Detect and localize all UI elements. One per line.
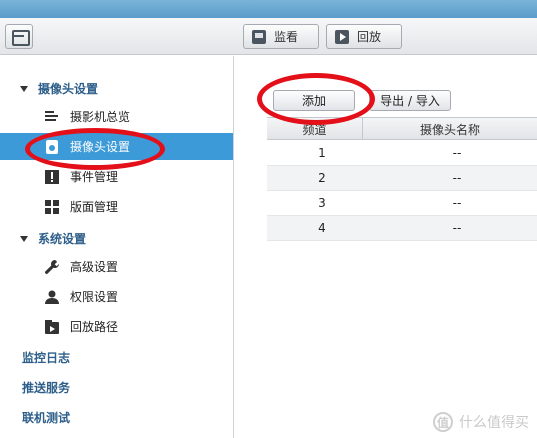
camera-list-icon [44, 109, 60, 125]
sidebar-item-event-management[interactable]: 事件管理 [0, 163, 233, 190]
sidebar-item-label: 回放路径 [70, 320, 119, 334]
watermark-text: 什么值得买 [459, 415, 529, 431]
sidebar-item-label: 摄像头设置 [70, 140, 131, 154]
top-toolbar: 监看 回放 [0, 18, 537, 55]
camera-name-cell: -- [452, 146, 462, 160]
sidebar-link-connection-test[interactable]: 联机测试 [22, 409, 70, 426]
sidebar-item-camera-settings[interactable]: 摄像头设置 [0, 133, 233, 160]
column-header-camera-name[interactable]: 摄像头名称 [363, 118, 537, 140]
camera-settings-icon [44, 139, 60, 155]
sidebar-item-label: 事件管理 [70, 170, 119, 184]
channel-cell: 1 [318, 146, 326, 160]
sidebar-item-layout-management[interactable]: 版面管理 [0, 193, 233, 220]
sidebar-group-system-label: 系统设置 [38, 232, 87, 246]
sidebar-link-monitor-log[interactable]: 监控日志 [22, 349, 70, 366]
sidebar-item-label: 版面管理 [70, 200, 119, 214]
live-view-button[interactable]: 监看 [243, 24, 319, 49]
main-pane [235, 56, 537, 438]
sidebar-link-push-service[interactable]: 推送服务 [22, 379, 70, 396]
window-menu-icon[interactable] [5, 24, 33, 49]
watermark-badge-icon: 值 [433, 412, 453, 432]
camera-name-cell: -- [452, 196, 462, 210]
live-view-label: 监看 [274, 30, 299, 44]
wrench-icon [44, 259, 60, 275]
layout-grid-icon [44, 199, 60, 215]
playback-path-icon [44, 319, 60, 335]
collapse-caret-icon[interactable] [20, 235, 28, 242]
sidebar-item-label: 高级设置 [70, 260, 119, 274]
sidebar-item-label: 摄影机总览 [70, 110, 131, 124]
playback-button[interactable]: 回放 [326, 24, 402, 49]
channel-cell: 2 [318, 171, 326, 185]
sidebar-group-system[interactable]: 系统设置 [20, 230, 86, 247]
table-row[interactable]: 3 -- [267, 191, 537, 216]
sidebar-item-permission-settings[interactable]: 权限设置 [0, 283, 233, 310]
table-row[interactable]: 4 -- [267, 216, 537, 241]
camera-name-cell: -- [452, 171, 462, 185]
camera-table-header: 频道 摄像头名称 [267, 117, 537, 140]
sidebar-group-camera-label: 摄像头设置 [38, 82, 99, 96]
channel-cell: 3 [318, 196, 326, 210]
sidebar-item-playback-path[interactable]: 回放路径 [0, 313, 233, 340]
sidebar-group-camera[interactable]: 摄像头设置 [20, 80, 98, 97]
monitor-icon [252, 29, 266, 44]
camera-name-cell: -- [452, 221, 462, 235]
playback-label: 回放 [357, 30, 382, 44]
sidebar-item-label: 权限设置 [70, 290, 119, 304]
channel-cell: 4 [318, 221, 326, 235]
column-header-channel[interactable]: 频道 [267, 118, 363, 140]
add-button[interactable]: 添加 [273, 90, 355, 111]
user-icon [44, 289, 60, 305]
collapse-caret-icon[interactable] [20, 85, 28, 92]
table-row[interactable]: 2 -- [267, 166, 537, 191]
event-icon [44, 169, 60, 185]
watermark: 值 什么值得买 [433, 412, 529, 432]
table-row[interactable]: 1 -- [267, 141, 537, 166]
play-icon [335, 29, 349, 44]
window-titlebar [0, 0, 537, 18]
export-import-button[interactable]: 导出 / 导入 [369, 90, 451, 111]
sidebar-item-camera-overview[interactable]: 摄影机总览 [0, 103, 233, 130]
sidebar-item-advanced-settings[interactable]: 高级设置 [0, 253, 233, 280]
